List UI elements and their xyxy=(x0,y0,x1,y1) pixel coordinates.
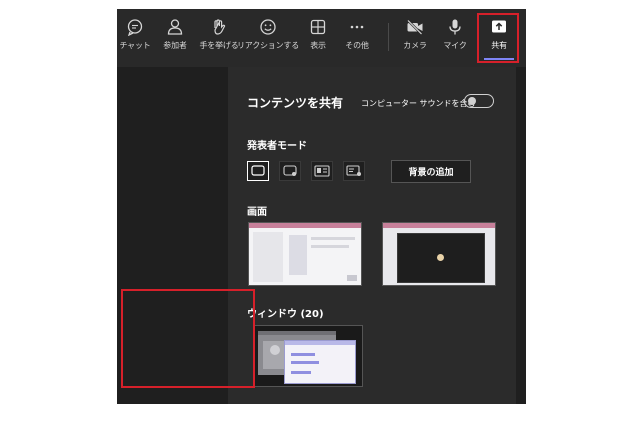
standout-icon xyxy=(283,165,297,176)
window-1-front-pane xyxy=(284,340,356,384)
screen-thumbnail-1[interactable] xyxy=(248,222,362,286)
raise-hand-label: 手を挙げる xyxy=(199,41,239,50)
reaction-icon xyxy=(260,19,276,35)
presenter-mode-content-only[interactable] xyxy=(247,161,269,181)
screen-2-meeting-window xyxy=(397,233,485,283)
participants-button[interactable]: 参加者 xyxy=(161,9,189,67)
window-heading: ウィンドウ (20) xyxy=(247,309,324,320)
window-1-line xyxy=(291,361,319,364)
reactions-button[interactable]: リアクションする xyxy=(237,9,299,67)
window-section-highlight-box xyxy=(121,289,255,388)
raise-hand-icon xyxy=(214,19,226,35)
more-button[interactable]: その他 xyxy=(344,9,370,67)
window-1-line xyxy=(291,371,311,374)
share-panel-title: コンテンツを共有 xyxy=(247,96,344,110)
screen-2-avatar xyxy=(437,254,444,261)
presenter-mode-heading: 発表者モード xyxy=(247,141,307,152)
add-background-button[interactable]: 背景の追加 xyxy=(391,160,471,183)
image-placeholder-circle xyxy=(270,345,280,355)
view-label: 表示 xyxy=(310,41,326,50)
meeting-toolbar: チャット 参加者 手を挙げる リアクションする 表示 その他 カメラ マイク 共… xyxy=(117,9,526,67)
share-highlight-box xyxy=(477,13,519,63)
mic-icon xyxy=(449,19,461,35)
computer-sound-label: コンピューター サウンドを含む xyxy=(361,99,476,108)
presenter-mode-standout[interactable] xyxy=(279,161,301,181)
screen-1-sidebar xyxy=(253,232,283,282)
window-1-front-titlebar xyxy=(285,341,355,345)
screen-1-badge xyxy=(347,275,357,281)
presenter-mode-reporter[interactable] xyxy=(343,161,365,181)
computer-sound-toggle[interactable] xyxy=(464,94,494,108)
view-icon xyxy=(310,19,326,35)
camera-button[interactable]: カメラ xyxy=(403,9,427,67)
view-button[interactable]: 表示 xyxy=(307,9,329,67)
screen-1-titlebar xyxy=(249,223,361,228)
screen-1-text-line xyxy=(311,237,355,240)
screen-2-titlebar xyxy=(383,223,495,228)
mic-label: マイク xyxy=(443,41,467,50)
toggle-knob xyxy=(468,97,476,105)
camera-label: カメラ xyxy=(403,41,427,50)
mic-button[interactable]: マイク xyxy=(443,9,467,67)
screen-heading: 画面 xyxy=(247,207,267,218)
chat-button[interactable]: チャット xyxy=(119,9,151,67)
presenter-mode-side-by-side[interactable] xyxy=(311,161,333,181)
screen-1-document xyxy=(289,235,307,275)
window-1-line xyxy=(291,353,315,356)
content-only-icon xyxy=(251,165,265,176)
screen-1-text-line xyxy=(311,245,349,248)
chat-label: チャット xyxy=(119,41,151,50)
share-content-panel: コンテンツを共有 コンピューター サウンドを含む 発表者モード 背景の追加 画面 xyxy=(228,67,516,404)
toolbar-divider xyxy=(388,23,389,51)
chat-icon xyxy=(127,19,143,36)
reporter-icon xyxy=(346,165,361,176)
side-by-side-icon xyxy=(314,165,330,177)
more-label: その他 xyxy=(345,41,369,50)
window-thumbnail-1[interactable] xyxy=(253,325,363,387)
raise-hand-button[interactable]: 手を挙げる xyxy=(199,9,239,67)
camera-off-icon xyxy=(407,19,423,35)
more-icon xyxy=(350,25,364,29)
panel-scroll-track[interactable] xyxy=(516,67,526,404)
participants-label: 参加者 xyxy=(163,41,187,50)
screen-thumbnail-2[interactable] xyxy=(382,222,496,286)
participants-icon xyxy=(167,19,183,35)
reactions-label: リアクションする xyxy=(237,41,299,50)
window-1-back-titlebar xyxy=(258,331,336,335)
